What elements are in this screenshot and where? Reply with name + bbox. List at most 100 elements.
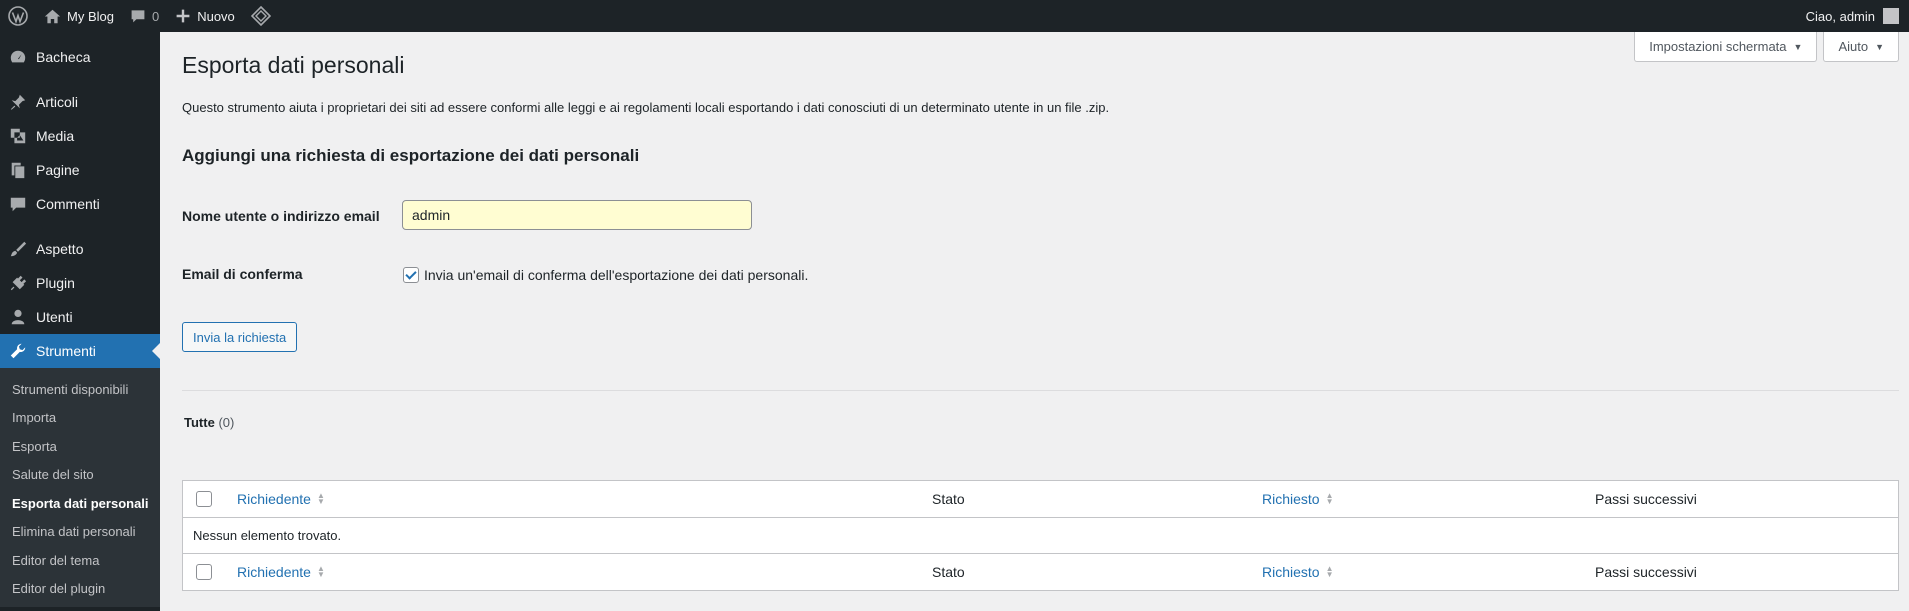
- table-row: Nessun elemento trovato.: [183, 518, 1899, 554]
- greeting: Ciao, admin: [1805, 8, 1875, 24]
- column-requested-label: Richiesto: [1262, 564, 1320, 580]
- sidebar-item-label: Aspetto: [36, 241, 84, 257]
- sidebar-item-label: Bacheca: [36, 49, 91, 65]
- sidebar-item-articoli[interactable]: Articoli: [0, 85, 160, 119]
- help-button[interactable]: Aiuto ▼: [1823, 32, 1899, 62]
- username-label: Nome utente o indirizzo email: [182, 208, 380, 224]
- select-all-checkbox[interactable]: [196, 491, 212, 507]
- sort-requested-link[interactable]: Richiesto ▲ ▼: [1262, 491, 1334, 507]
- wrench-icon: [8, 341, 28, 361]
- submenu-item-editor-del-plugin[interactable]: Editor del plugin: [0, 575, 160, 604]
- new-label: Nuovo: [197, 8, 235, 24]
- submenu-item-strumenti-disponibili[interactable]: Strumenti disponibili: [0, 375, 160, 404]
- send-confirmation-checkbox[interactable]: [403, 267, 419, 283]
- screen-options-button[interactable]: Impostazioni schermata ▼: [1634, 32, 1818, 62]
- tools-submenu: Strumenti disponibili Importa Esporta Sa…: [0, 368, 160, 607]
- screen-options-label: Impostazioni schermata: [1649, 39, 1787, 54]
- confirm-email-row: Invia un'email di conferma dell'esportaz…: [403, 267, 808, 283]
- sidebar-item-aspetto[interactable]: Aspetto: [0, 232, 160, 266]
- send-confirmation-text[interactable]: Invia un'email di conferma dell'esportaz…: [424, 267, 808, 283]
- diamond-plugin-link[interactable]: [243, 0, 279, 32]
- sidebar-item-label: Utenti: [36, 309, 73, 325]
- comments-count: 0: [151, 8, 160, 24]
- submenu-item-esporta[interactable]: Esporta: [0, 432, 160, 461]
- select-all-cell: [183, 481, 228, 518]
- column-requested-footer[interactable]: Richiesto ▲ ▼: [1252, 554, 1585, 591]
- dashboard-icon: [8, 47, 28, 67]
- pin-icon: [8, 92, 28, 112]
- admin-sidebar: Bacheca Articoli Media Pagine Commenti A…: [0, 32, 160, 611]
- submenu-item-esporta-dati-personali[interactable]: Esporta dati personali: [0, 489, 160, 518]
- sidebar-item-label: Plugin: [36, 275, 75, 291]
- filter-all-count: (0): [218, 415, 235, 430]
- column-requested[interactable]: Richiesto ▲ ▼: [1252, 481, 1585, 518]
- submit-request-button[interactable]: Invia la richiesta: [182, 322, 298, 352]
- submenu-item-editor-del-tema[interactable]: Editor del tema: [0, 546, 160, 575]
- requests-table: Richiedente ▲ ▼ Stato Richiesto ▲ ▼ Passi su…: [182, 480, 1899, 591]
- sidebar-item-label: Articoli: [36, 94, 79, 110]
- select-all-checkbox-footer[interactable]: [196, 564, 212, 580]
- main-content: Impostazioni schermata ▼ Aiuto ▼ Esporta…: [160, 32, 1909, 611]
- sort-requester-link-footer[interactable]: Richiedente ▲ ▼: [237, 564, 325, 580]
- column-status: Stato: [932, 491, 965, 507]
- plus-icon: [176, 9, 190, 23]
- confirm-email-label: Email di conferma: [182, 266, 303, 282]
- username-email-input[interactable]: [402, 200, 752, 230]
- pages-icon: [8, 160, 28, 180]
- sort-requester-link[interactable]: Richiedente ▲ ▼: [237, 491, 325, 507]
- filter-all-link[interactable]: Tutte: [184, 415, 215, 430]
- sidebar-item-utenti[interactable]: Utenti: [0, 300, 160, 334]
- sidebar-item-media[interactable]: Media: [0, 119, 160, 153]
- comments-link[interactable]: 0: [122, 0, 167, 32]
- sort-requested-link-footer[interactable]: Richiesto ▲ ▼: [1262, 564, 1334, 580]
- screen-meta-links: Impostazioni schermata ▼ Aiuto ▼: [1634, 32, 1899, 62]
- section-divider: [182, 390, 1899, 391]
- user-icon: [8, 307, 28, 327]
- brush-icon: [8, 239, 28, 259]
- column-next-steps-footer: Passi successivi: [1595, 564, 1697, 580]
- sort-arrows-icon: ▲ ▼: [316, 564, 325, 579]
- column-requester-label: Richiedente: [237, 491, 311, 507]
- my-account-link[interactable]: Ciao, admin: [1798, 0, 1909, 32]
- page-title: Esporta dati personali: [182, 52, 405, 78]
- sidebar-item-bacheca[interactable]: Bacheca: [0, 40, 160, 74]
- sidebar-item-label: Media: [36, 128, 75, 144]
- sort-arrows-icon: ▲ ▼: [1325, 491, 1334, 506]
- comment-icon: [8, 194, 28, 214]
- sidebar-item-label: Strumenti: [36, 343, 96, 359]
- site-name-link[interactable]: My Blog: [36, 0, 122, 32]
- help-label: Aiuto: [1838, 39, 1869, 54]
- column-requested-label: Richiesto: [1262, 491, 1320, 507]
- form-heading: Aggiungi una richiesta di esportazione d…: [182, 146, 640, 165]
- home-icon: [44, 9, 61, 23]
- column-requester-footer[interactable]: Richiedente ▲ ▼: [227, 554, 922, 591]
- sidebar-item-label: Pagine: [36, 162, 80, 178]
- caret-down-icon: ▼: [1875, 41, 1884, 52]
- plug-icon: [8, 273, 28, 293]
- sort-arrows-icon: ▲ ▼: [1325, 564, 1334, 579]
- status-filter: Tutte (0): [184, 415, 234, 430]
- no-items-message: Nessun elemento trovato.: [193, 528, 342, 543]
- media-icon: [8, 126, 28, 146]
- wordpress-logo-icon[interactable]: [0, 0, 36, 32]
- new-content-link[interactable]: Nuovo: [167, 0, 243, 32]
- sidebar-item-commenti[interactable]: Commenti: [0, 187, 160, 221]
- select-all-cell-footer: [183, 554, 228, 591]
- sidebar-item-plugin[interactable]: Plugin: [0, 266, 160, 300]
- sort-arrows-icon: ▲ ▼: [316, 491, 325, 506]
- sidebar-item-label: Commenti: [36, 196, 100, 212]
- column-requester-label: Richiedente: [237, 564, 311, 580]
- column-requester[interactable]: Richiedente ▲ ▼: [227, 481, 922, 518]
- page-description: Questo strumento aiuta i proprietari dei…: [182, 100, 1110, 115]
- submenu-item-salute-del-sito[interactable]: Salute del sito: [0, 461, 160, 490]
- avatar: [1883, 8, 1899, 24]
- site-name: My Blog: [67, 8, 114, 24]
- diamond-icon: [250, 6, 271, 26]
- column-status-footer: Stato: [932, 564, 965, 580]
- sidebar-item-strumenti[interactable]: Strumenti: [0, 334, 160, 368]
- sidebar-item-pagine[interactable]: Pagine: [0, 153, 160, 187]
- submenu-item-importa[interactable]: Importa: [0, 404, 160, 433]
- submenu-item-elimina-dati-personali[interactable]: Elimina dati personali: [0, 518, 160, 547]
- table-header-row: Richiedente ▲ ▼ Stato Richiesto ▲ ▼ Passi su…: [182, 481, 1899, 518]
- comment-bubble-icon: [131, 10, 145, 23]
